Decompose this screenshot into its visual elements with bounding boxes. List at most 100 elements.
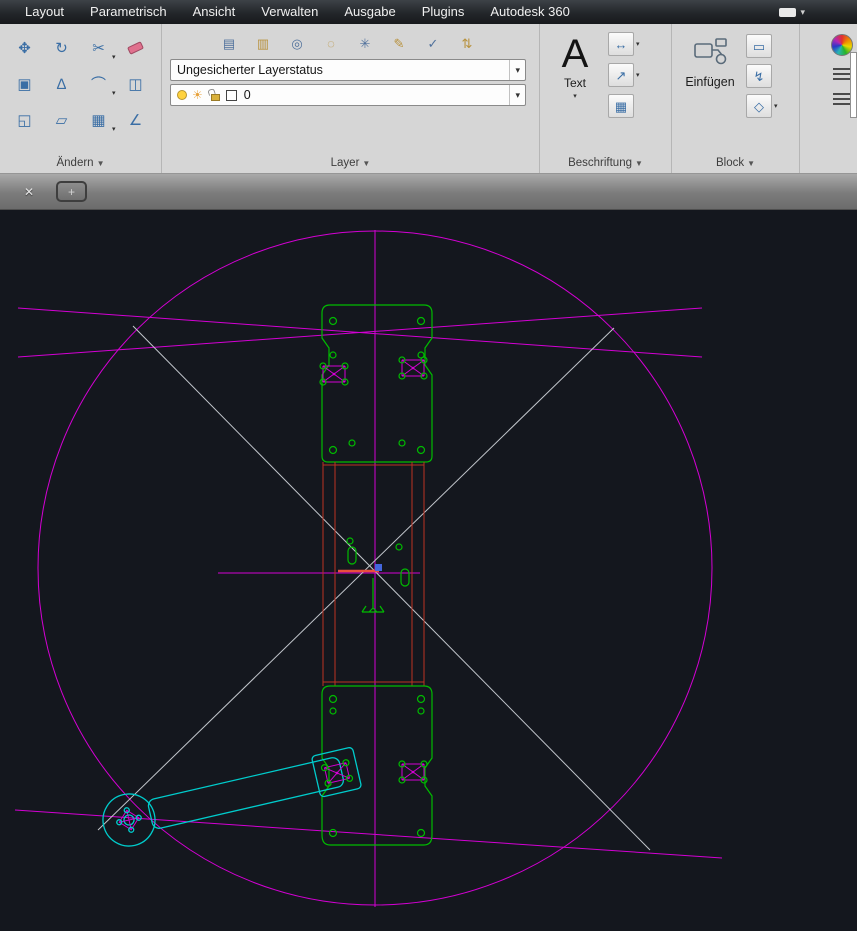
tab-autodesk-360[interactable]: Autodesk 360: [477, 0, 583, 24]
box-3d-button[interactable]: ◫: [119, 69, 153, 99]
panel-label-modify-text: Ändern: [56, 157, 93, 169]
tab-verwalten[interactable]: Verwalten: [248, 0, 331, 24]
chassis-bottom-plate[interactable]: [322, 686, 432, 845]
move-button[interactable]: ✥: [8, 33, 42, 63]
layer-properties-icon: ▤: [223, 37, 235, 50]
layer-change-button[interactable]: ⇅: [452, 30, 482, 56]
diagonal-cross-lines[interactable]: [98, 326, 650, 850]
attributes-row: ◇ ▾: [746, 94, 778, 118]
model-space-canvas[interactable]: [0, 210, 857, 931]
block-editor-button[interactable]: ↯: [746, 64, 772, 88]
menubar-overflow[interactable]: ▾: [779, 7, 805, 18]
construction-lines[interactable]: [15, 230, 722, 907]
copy-icon: ▣: [17, 77, 31, 92]
leader-icon: ↗: [616, 69, 627, 82]
layer-on-icon[interactable]: [177, 90, 187, 100]
box-3d-icon: ◫: [128, 77, 142, 92]
cad-drawing[interactable]: [0, 210, 857, 931]
erase-button[interactable]: [119, 33, 153, 63]
panel-expand-icon: ▼: [747, 159, 755, 168]
layer-properties-button[interactable]: ▤: [214, 30, 244, 56]
annotation-tools-column: ↔ ▾ ↗ ▾ ▦: [608, 32, 640, 153]
panel-layer: ▤ ▥ ◎ ◌ ✳ ✎ ✓ ⇅ Ungesicherter Layerstatu…: [162, 24, 540, 173]
chevron-down-icon[interactable]: ▾: [112, 53, 116, 61]
panel-label-modify[interactable]: Ändern▼: [0, 154, 161, 172]
mirror-button[interactable]: ∆: [45, 69, 79, 99]
panel-expand-icon: ▼: [635, 159, 643, 168]
tab-plugins[interactable]: Plugins: [409, 0, 478, 24]
stretch-icon: ◱: [17, 113, 31, 128]
array-button[interactable]: ▦▾: [82, 105, 116, 135]
layer-freeze-icon: ✳: [360, 37, 371, 50]
stretch-button[interactable]: ◱: [8, 105, 42, 135]
rotate-button[interactable]: ↻: [45, 33, 79, 63]
insert-button[interactable]: Einfügen: [678, 32, 742, 153]
layer-isolate-icon: ◎: [291, 37, 302, 50]
layer-color-swatch[interactable]: [226, 90, 237, 101]
layer-state-dropdown[interactable]: Ungesicherter Layerstatus ▾: [170, 59, 526, 81]
insert-icon: [692, 37, 728, 67]
chevron-down-icon[interactable]: ▾: [636, 71, 640, 79]
copy-button[interactable]: ▣: [8, 69, 42, 99]
chevron-down-icon: ▾: [800, 7, 805, 18]
layer-match-button[interactable]: ✎: [384, 30, 414, 56]
trim-button[interactable]: ✂▾: [82, 33, 116, 63]
layer-isolate-button[interactable]: ◎: [282, 30, 312, 56]
fillet-button[interactable]: ⌒▾: [82, 69, 116, 99]
create-block-button[interactable]: ▭: [746, 34, 772, 58]
chevron-down-icon[interactable]: ▾: [112, 125, 116, 133]
insert-button-label: Einfügen: [685, 75, 734, 89]
leader-button[interactable]: ↗: [608, 63, 634, 87]
layer-current-button[interactable]: ✓: [418, 30, 448, 56]
swing-arm[interactable]: [98, 742, 363, 851]
block-editor-row: ↯: [746, 64, 778, 88]
close-drawing-button[interactable]: ✕: [24, 185, 34, 199]
layer-change-icon: ⇅: [462, 37, 473, 50]
erase-icon: [127, 41, 144, 55]
layer-unisolate-button[interactable]: ◌: [316, 30, 346, 56]
chevron-down-icon[interactable]: ▾: [112, 89, 116, 97]
tab-layout[interactable]: Layout: [12, 0, 77, 24]
layer-thaw-icon[interactable]: ☀: [192, 89, 203, 101]
fillet-icon: ⌒: [91, 77, 106, 92]
block-editor-icon: ↯: [754, 70, 765, 83]
plus-icon: +: [68, 186, 75, 198]
new-tab-button[interactable]: +: [56, 181, 87, 202]
properties-dropdown-partial[interactable]: [850, 52, 857, 118]
layer-state-icon: ▥: [257, 37, 269, 50]
rotate-icon: ↻: [55, 41, 68, 56]
panel-expand-icon: ▼: [362, 159, 370, 168]
tab-parametrisch[interactable]: Parametrisch: [77, 0, 180, 24]
trim-icon: ✂: [92, 41, 105, 56]
block-tools-column: ▭ ↯ ◇ ▾: [746, 34, 778, 153]
leader-row: ↗ ▾: [608, 63, 640, 87]
mirror-icon: ∆: [57, 77, 66, 92]
layer-state-button[interactable]: ▥: [248, 30, 278, 56]
layer-match-icon: ✎: [394, 37, 405, 50]
chevron-down-icon[interactable]: ▾: [509, 60, 525, 80]
dimension-button[interactable]: ↔: [608, 32, 634, 56]
layer-unlock-icon[interactable]: [208, 89, 221, 102]
table-icon: ▦: [615, 100, 627, 113]
layer-select-dropdown[interactable]: ☀ 0 ▾: [170, 84, 526, 106]
panel-label-layer[interactable]: Layer▼: [162, 154, 539, 172]
panel-label-annotation[interactable]: Beschriftung▼: [540, 154, 671, 172]
panel-label-layer-text: Layer: [331, 157, 360, 169]
ribbon-tab-bar: Layout Parametrisch Ansicht Verwalten Au…: [0, 0, 857, 24]
tab-ansicht[interactable]: Ansicht: [180, 0, 249, 24]
panel-properties-partial: [800, 24, 857, 173]
scale-button[interactable]: ▱: [45, 105, 79, 135]
table-button[interactable]: ▦: [608, 94, 634, 118]
text-button[interactable]: A Text ▾: [546, 30, 604, 153]
chevron-down-icon[interactable]: ▾: [509, 85, 525, 105]
chevron-down-icon[interactable]: ▾: [774, 102, 778, 110]
chevron-down-icon[interactable]: ▾: [636, 40, 640, 48]
layer-tools-row: ▤ ▥ ◎ ◌ ✳ ✎ ✓ ⇅: [214, 30, 533, 56]
panel-label-block[interactable]: Block▼: [672, 154, 799, 172]
tab-ausgabe[interactable]: Ausgabe: [331, 0, 408, 24]
layer-freeze-button[interactable]: ✳: [350, 30, 380, 56]
define-attributes-button[interactable]: ◇: [746, 94, 772, 118]
lock-body: [211, 94, 220, 101]
chamfer-button[interactable]: ∠: [119, 105, 153, 135]
chevron-down-icon: ▾: [573, 90, 577, 103]
